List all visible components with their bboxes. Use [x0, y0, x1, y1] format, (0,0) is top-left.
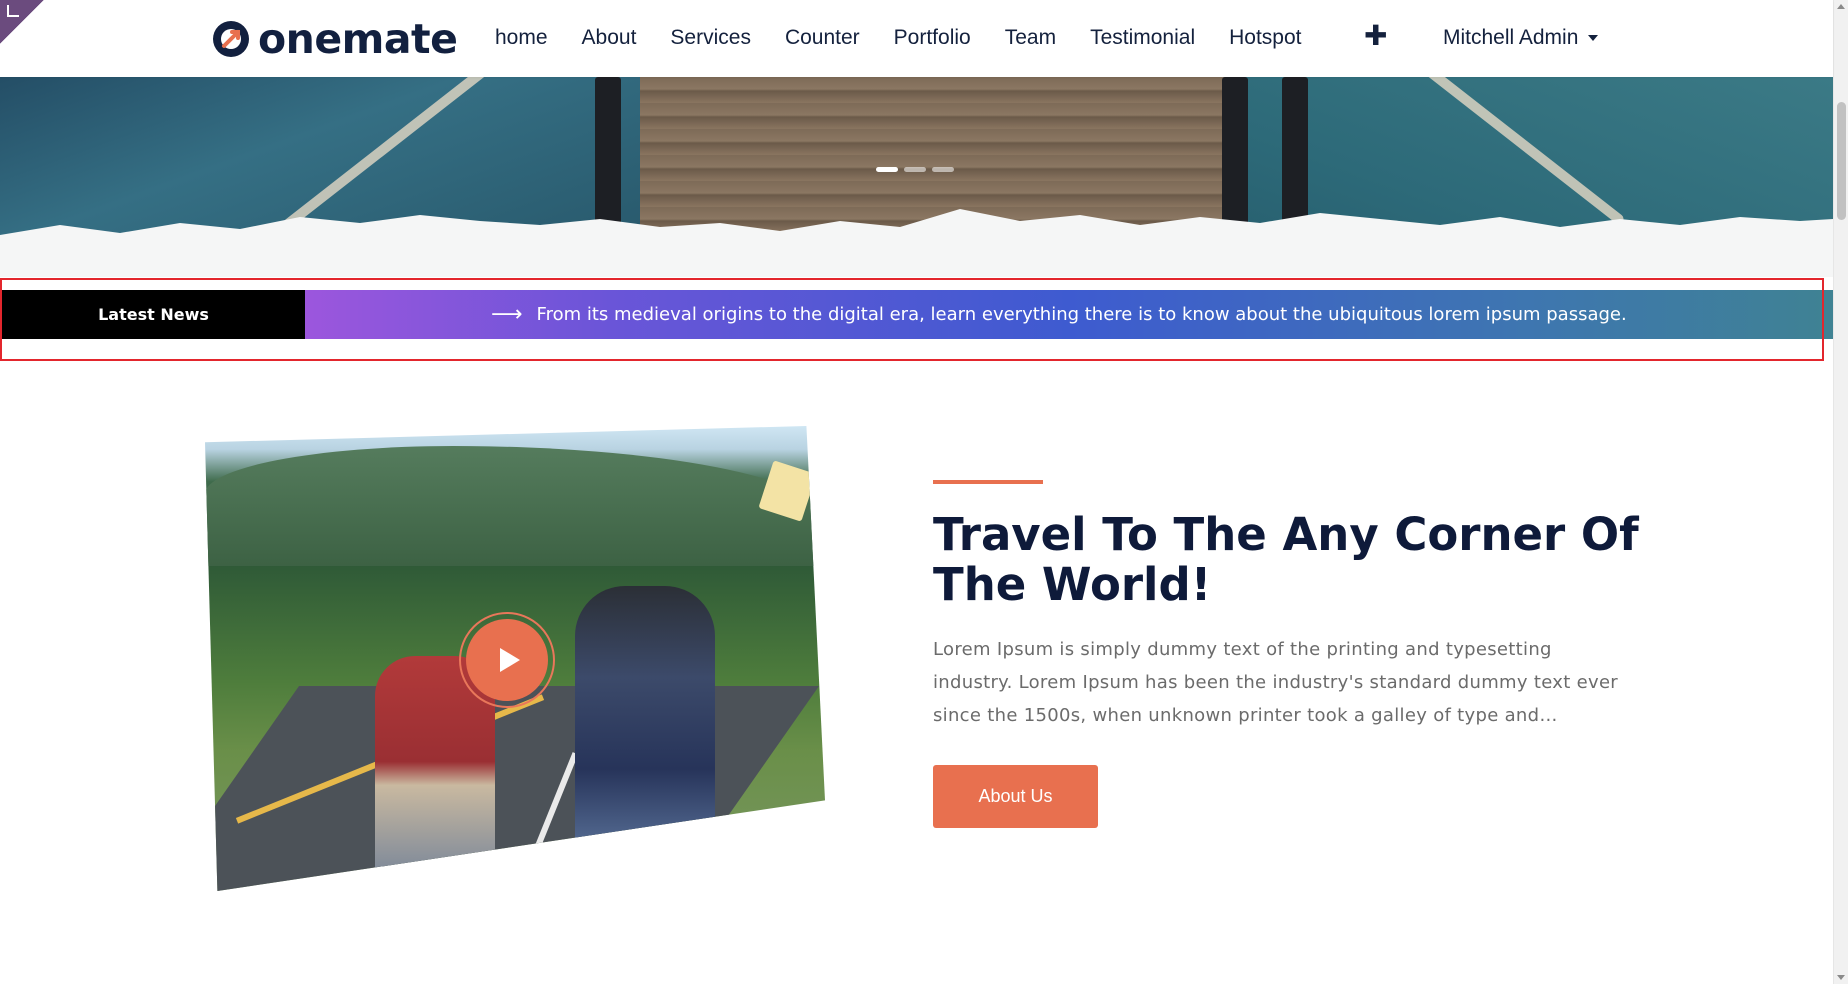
nav-item-hotspot[interactable]: Hotspot [1229, 24, 1301, 52]
user-menu-dropdown[interactable]: Mitchell Admin [1443, 24, 1599, 52]
nav-item-counter[interactable]: Counter [785, 24, 860, 52]
logo-mark-icon [212, 20, 250, 58]
nav-item-testimonial[interactable]: Testimonial [1090, 24, 1195, 52]
scroll-down-arrow-icon[interactable] [1837, 975, 1845, 980]
corner-arrow-icon [7, 5, 19, 17]
slider-dot-1[interactable] [876, 167, 898, 172]
chevron-down-icon [1588, 35, 1599, 41]
nav-item-home[interactable]: home [495, 24, 548, 52]
news-ticker: Latest News ⟶ From its medieval origins … [2, 290, 1833, 339]
user-name: Mitchell Admin [1443, 26, 1579, 49]
slider-dots [876, 167, 954, 172]
slider-dot-2[interactable] [904, 167, 926, 172]
heading-accent-line [933, 480, 1043, 484]
slider-dot-3[interactable] [932, 167, 954, 172]
ticker-label: Latest News [2, 290, 305, 339]
hero-slider [0, 77, 1833, 265]
play-icon [499, 648, 520, 672]
plus-icon[interactable]: ✚ [1364, 22, 1387, 50]
page-scrollbar[interactable] [1833, 0, 1848, 984]
arrow-right-icon: ⟶ [491, 301, 523, 327]
nav-item-about[interactable]: About [582, 24, 637, 52]
hero-torn-edge [0, 209, 1833, 265]
travel-video-thumbnail [205, 426, 825, 891]
main-menu: home About Services Counter Portfolio Te… [495, 24, 1336, 52]
play-video-button[interactable] [459, 612, 555, 708]
brand-logo[interactable]: onemate [212, 15, 458, 63]
ticker-headline[interactable]: From its medieval origins to the digital… [537, 304, 1627, 325]
about-us-button[interactable]: About Us [933, 765, 1098, 828]
scroll-thumb[interactable] [1837, 102, 1846, 220]
hero-bottom-band [0, 265, 1833, 277]
ticker-track: ⟶ From its medieval origins to the digit… [305, 290, 1833, 339]
navbar: onemate home About Services Counter Port… [0, 0, 1833, 77]
scroll-up-arrow-icon[interactable] [1837, 4, 1845, 9]
section-heading: Travel To The Any Corner Of The World! [933, 508, 1639, 611]
corner-edit-badge[interactable] [0, 0, 44, 44]
nav-item-services[interactable]: Services [670, 24, 751, 52]
nav-item-portfolio[interactable]: Portfolio [894, 24, 971, 52]
section-paragraph: Lorem Ipsum is simply dummy text of the … [933, 639, 1619, 726]
nav-item-team[interactable]: Team [1005, 24, 1056, 52]
logo-text: onemate [258, 15, 458, 63]
